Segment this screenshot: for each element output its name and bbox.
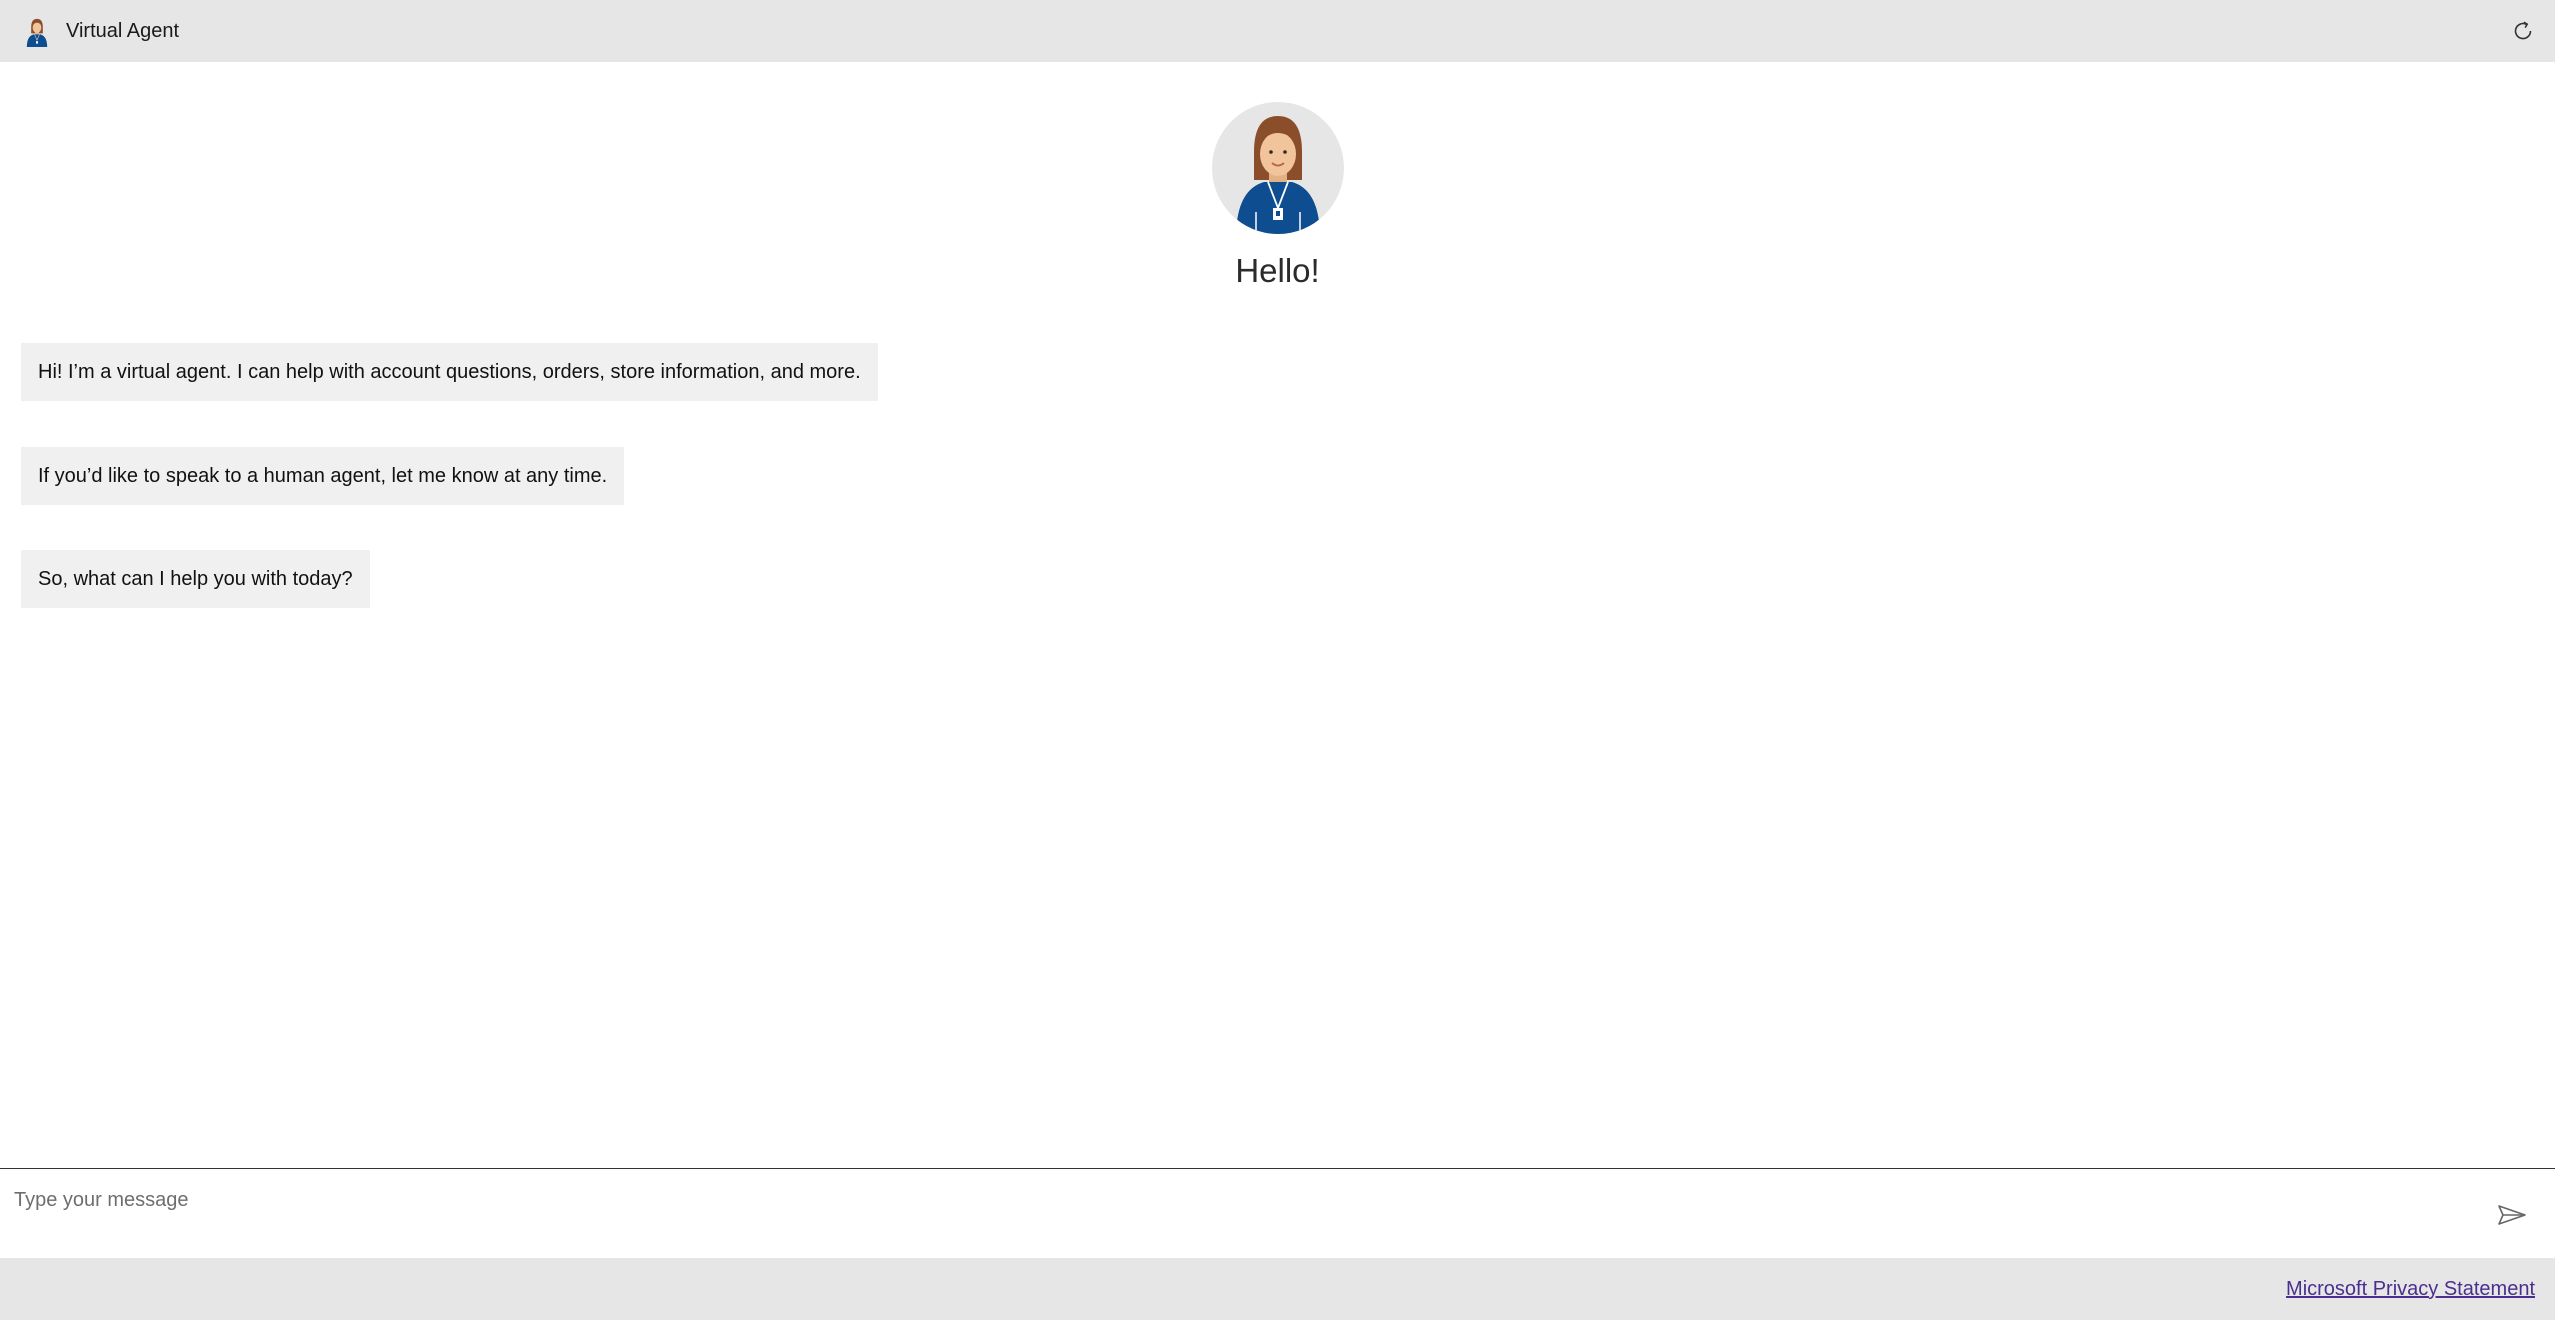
bot-message: If you’d like to speak to a human agent,… xyxy=(21,447,625,505)
header-title: Virtual Agent xyxy=(66,20,180,42)
send-icon xyxy=(2498,1205,2526,1225)
agent-avatar-icon xyxy=(1212,102,1344,234)
send-button[interactable] xyxy=(2492,1197,2532,1233)
chat-transcript: Hello! Hi! I’m a virtual agent. I can he… xyxy=(0,62,2555,1168)
refresh-button[interactable] xyxy=(2505,13,2541,49)
message-composer xyxy=(0,1168,2555,1258)
refresh-icon xyxy=(2514,21,2532,40)
greeting-heading: Hello! xyxy=(1235,252,1320,289)
footer-bar: Microsoft Privacy Statement xyxy=(0,1258,2555,1320)
header-bar: Virtual Agent xyxy=(0,0,2555,62)
bot-message: So, what can I help you with today? xyxy=(21,550,370,608)
privacy-statement-link[interactable]: Microsoft Privacy Statement xyxy=(2286,1258,2535,1320)
message-input[interactable] xyxy=(0,1183,2488,1217)
bot-message: Hi! I’m a virtual agent. I can help with… xyxy=(21,343,878,401)
agent-avatar-icon xyxy=(21,15,53,47)
virtual-agent-window: Virtual Agent Hello! Hi! I’m a virtual a… xyxy=(0,0,2555,1320)
